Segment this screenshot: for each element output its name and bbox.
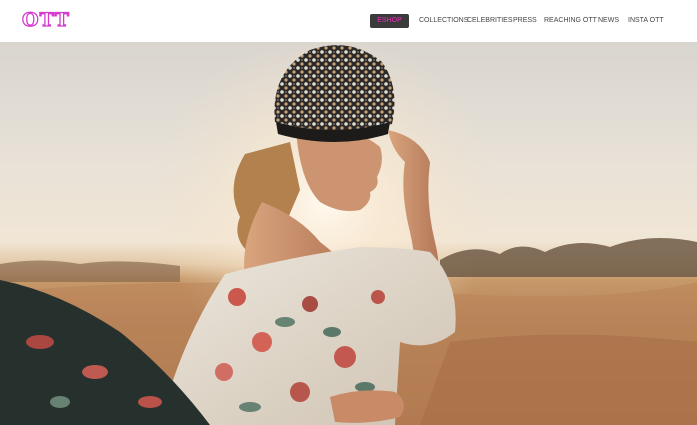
nav-item-celebrities[interactable]: CELEBRITIES bbox=[467, 14, 513, 28]
ott-logo[interactable]: O T T bbox=[21, 8, 69, 31]
hero-image bbox=[0, 42, 697, 425]
logo-letter: O bbox=[21, 8, 39, 31]
nav-item-news[interactable]: NEWS bbox=[598, 14, 619, 28]
nav-item-insta-ott[interactable]: INSTA OTT bbox=[628, 14, 664, 28]
nav-item-press[interactable]: PRESS bbox=[513, 14, 537, 28]
nav-item-eshop[interactable]: ESHOP bbox=[370, 14, 409, 28]
logo-letter: T bbox=[39, 8, 54, 31]
nav-item-collections[interactable]: COLLECTIONS bbox=[419, 14, 468, 28]
nav-item-reaching-ott[interactable]: REACHING OTT bbox=[544, 14, 597, 28]
site-header: O T T ESHOP COLLECTIONS CELEBRITIES PRES… bbox=[0, 0, 697, 42]
hero-photo-illustration bbox=[0, 42, 697, 425]
logo-letter: T bbox=[54, 8, 69, 31]
